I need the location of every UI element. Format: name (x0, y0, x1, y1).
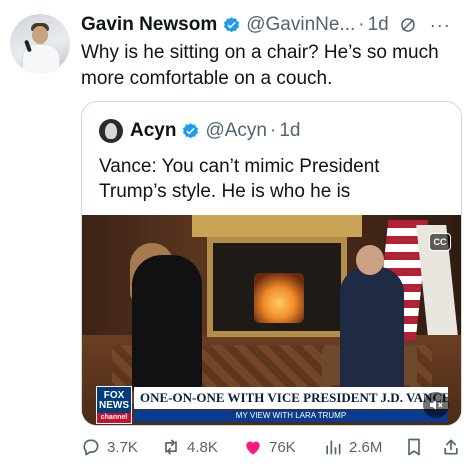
views-button[interactable]: 2.6M (323, 434, 382, 460)
lower-third-headline: ONE-ON-ONE WITH VICE PRESIDENT J.D. VANC… (134, 387, 448, 409)
mute-icon[interactable] (423, 392, 449, 418)
reply-button[interactable]: 3.7K (81, 434, 138, 460)
quoted-author-handle: @Acyn (205, 120, 267, 141)
author-avatar[interactable] (10, 14, 70, 74)
like-button[interactable]: 76K (243, 434, 296, 460)
repost-button[interactable]: 4.8K (161, 434, 218, 460)
fireplace-image (254, 273, 304, 323)
guest-figure (340, 267, 404, 397)
share-button[interactable] (441, 434, 467, 460)
like-count: 76K (269, 438, 296, 456)
views-count: 2.6M (349, 438, 383, 456)
tweet-text: Why is he sitting on a chair? He’s so mu… (81, 42, 439, 89)
quoted-author-name: Acyn (130, 120, 177, 141)
author-name[interactable]: Gavin Newsom (81, 14, 217, 36)
quoted-time: 1d (279, 120, 301, 141)
tweet-time[interactable]: 1d (368, 14, 389, 36)
interviewer-figure (132, 255, 202, 395)
verified-badge-icon (181, 122, 200, 141)
reply-icon (83, 439, 99, 456)
quoted-header: Acyn @Acyn · 1d (99, 119, 300, 143)
more-icon[interactable]: ··· (430, 15, 451, 36)
repost-icon (165, 439, 177, 455)
news-lower-third: FOX NEWS channel ONE-ON-ONE WITH VICE PR… (96, 385, 448, 425)
quoted-tweet[interactable]: Acyn @Acyn · 1d Vance: You can’t mimic P… (81, 101, 462, 426)
repost-count: 4.8K (187, 438, 218, 456)
verified-badge-icon (222, 16, 241, 35)
captions-button[interactable]: CC (429, 233, 451, 251)
bookmark-button[interactable] (404, 434, 430, 460)
author-handle[interactable]: @GavinNe... (246, 14, 355, 36)
quoted-avatar (99, 119, 123, 143)
action-bar: 3.7K 4.8K 76K 2.6M (81, 434, 466, 460)
share-icon (444, 439, 458, 455)
quoted-text: Vance: You can’t mimic President Trump’s… (99, 156, 380, 202)
lower-third-subline: MY VIEW WITH LARA TRUMP (134, 410, 448, 422)
separator-dot: · (270, 120, 277, 141)
grok-icon[interactable] (399, 16, 417, 34)
fox-news-logo: FOX NEWS channel (96, 386, 132, 424)
like-icon (246, 441, 260, 455)
tweet-header: Gavin Newsom @GavinNe... · 1d ··· (81, 12, 471, 38)
bookmark-icon (408, 438, 420, 456)
video-player[interactable]: CC FOX NEWS channel ONE-ON-ONE WITH VICE… (82, 215, 461, 425)
reply-count: 3.7K (107, 438, 138, 456)
separator-dot: · (358, 14, 365, 35)
views-icon (326, 440, 341, 455)
